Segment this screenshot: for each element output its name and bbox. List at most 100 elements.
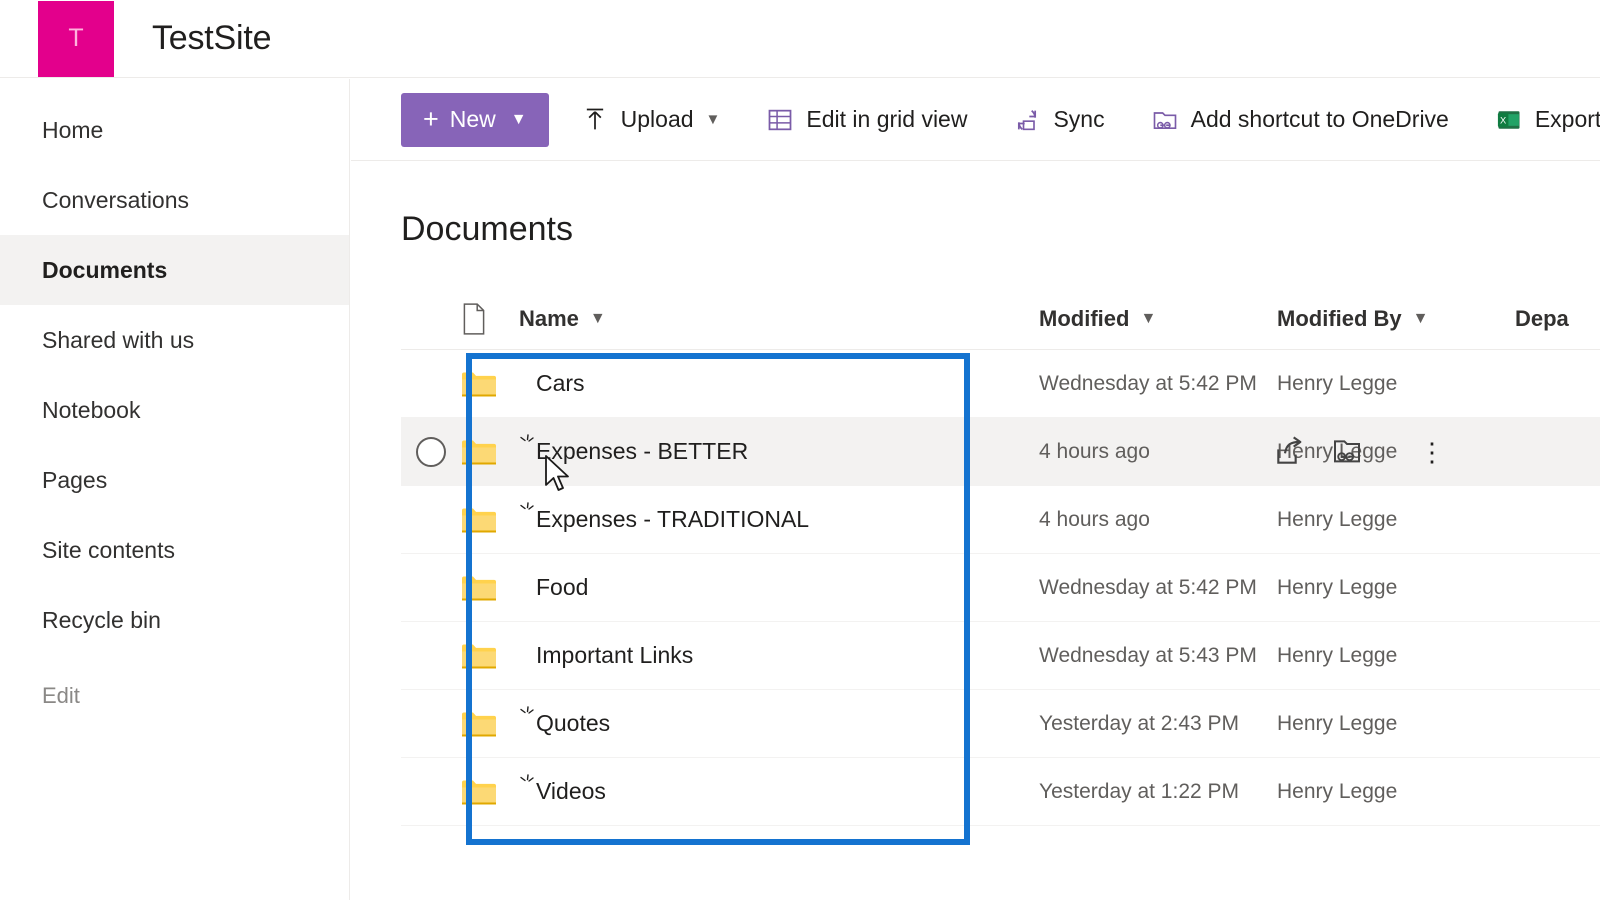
row-name-label[interactable]: Food <box>536 574 588 601</box>
row-file-icon-cell <box>461 709 519 739</box>
row-modified-by-label: Henry Legge <box>1277 575 1398 599</box>
sidebar-item-label: Recycle bin <box>42 606 161 633</box>
row-modified-cell: Yesterday at 2:43 PM <box>1039 712 1277 736</box>
add-shortcut-icon <box>1153 111 1176 129</box>
column-header-department[interactable]: Depa <box>1515 306 1600 332</box>
grid-icon <box>769 109 792 130</box>
column-header-name[interactable]: Name ▼ <box>519 306 1039 332</box>
row-file-icon-cell <box>461 505 519 535</box>
plus-icon: + <box>423 104 439 134</box>
edit-in-grid-view-label: Edit in grid view <box>806 106 968 132</box>
table-row[interactable]: Quotes Yesterday at 2:43 PM Henry Legge <box>401 690 1600 758</box>
row-modified-by-cell: Henry Legge <box>1277 644 1515 668</box>
row-modified-label: Yesterday at 1:22 PM <box>1039 779 1240 803</box>
column-header-modified-by[interactable]: Modified By ▼ <box>1277 306 1515 332</box>
sidebar-item-home[interactable]: Home <box>0 95 349 165</box>
chevron-down-icon: ▼ <box>589 309 606 327</box>
folder-icon <box>462 576 496 600</box>
row-file-icon-cell <box>461 777 519 807</box>
left-navigation: Home Conversations Documents Shared with… <box>0 79 350 900</box>
new-item-sparkle-icon <box>520 774 534 782</box>
excel-icon: X <box>1497 110 1520 129</box>
chevron-down-icon: ▼ <box>510 110 527 128</box>
row-name-cell[interactable]: Videos <box>519 774 1039 805</box>
add-shortcut-label: Add shortcut to OneDrive <box>1190 106 1449 132</box>
row-name-label[interactable]: Expenses - TRADITIONAL <box>536 506 809 533</box>
row-name-cell[interactable]: Expenses - TRADITIONAL <box>519 502 1039 533</box>
sidebar-item-label: Site contents <box>42 536 175 563</box>
row-name-label[interactable]: Cars <box>536 370 585 397</box>
row-modified-cell: 4 hours ago <box>1039 508 1277 532</box>
row-name-cell[interactable]: Cars <box>519 370 1039 397</box>
folder-icon <box>462 440 496 464</box>
sidebar-item-pages[interactable]: Pages <box>0 445 349 515</box>
site-title[interactable]: TestSite <box>152 19 272 58</box>
chevron-down-icon: ▼ <box>1140 309 1157 327</box>
table-row[interactable]: Important Links Wednesday at 5:43 PM Henry… <box>401 622 1600 690</box>
folder-icon <box>462 372 496 396</box>
row-name-cell[interactable]: Important Links <box>519 642 1039 669</box>
row-name-label[interactable]: Videos <box>536 778 606 805</box>
row-modified-label: Wednesday at 5:42 PM <box>1039 575 1257 599</box>
row-name-cell[interactable]: Expenses - BETTER <box>519 434 1039 465</box>
more-options-icon[interactable]: ⋮ <box>1419 439 1445 465</box>
main-content: Documents Name ▼ Modified ▼ Modified By … <box>351 162 1600 900</box>
copy-link-icon <box>1334 440 1360 463</box>
sync-button[interactable]: Sync <box>999 93 1118 147</box>
sidebar-item-site-contents[interactable]: Site contents <box>0 515 349 585</box>
file-type-column-header[interactable] <box>461 302 519 335</box>
new-item-sparkle-icon <box>520 434 534 442</box>
table-body: Cars Wednesday at 5:42 PM Henry Legge Expen… <box>401 350 1600 826</box>
site-logo[interactable]: T <box>38 0 114 77</box>
sidebar-item-label: Conversations <box>42 186 190 213</box>
table-row[interactable]: Cars Wednesday at 5:42 PM Henry Legge <box>401 350 1600 418</box>
sidebar-edit-link[interactable]: Edit <box>0 661 349 731</box>
new-item-sparkle-icon <box>520 706 534 714</box>
sidebar-item-conversations[interactable]: Conversations <box>0 165 349 235</box>
row-name-cell[interactable]: Food <box>519 574 1039 601</box>
site-header: T TestSite <box>0 0 1600 78</box>
folder-icon <box>462 780 496 804</box>
sidebar-item-label: Home <box>42 116 104 143</box>
new-button[interactable]: + New ▼ <box>401 92 549 147</box>
table-row[interactable]: Food Wednesday at 5:42 PM Henry Legge <box>401 554 1600 622</box>
sidebar-item-label: Documents <box>42 256 168 283</box>
upload-button[interactable]: Upload ▼ <box>567 93 735 147</box>
upload-icon <box>586 108 603 129</box>
row-modified-label: Yesterday at 2:43 PM <box>1039 711 1240 735</box>
add-shortcut-to-onedrive-button[interactable]: Add shortcut to OneDrive <box>1137 93 1463 147</box>
table-row[interactable]: Videos Yesterday at 1:22 PM Henry Legge <box>401 758 1600 826</box>
row-select-cell[interactable] <box>401 436 461 467</box>
edit-in-grid-view-button[interactable]: Edit in grid view <box>752 93 981 147</box>
sidebar-item-notebook[interactable]: Notebook <box>0 375 349 445</box>
folder-icon <box>462 644 496 668</box>
row-modified-by-label: Henry Legge <box>1277 507 1398 531</box>
sidebar-item-shared-with-us[interactable]: Shared with us <box>0 305 349 375</box>
chevron-down-icon: ▼ <box>1412 309 1429 327</box>
row-modified-by-label: Henry Legge <box>1277 711 1398 735</box>
table-row[interactable]: Expenses - BETTER 4 hours ago Henry Legge ⋮ <box>401 418 1600 486</box>
table-row[interactable]: Expenses - TRADITIONAL 4 hours ago Henry L… <box>401 486 1600 554</box>
row-modified-cell: Wednesday at 5:42 PM <box>1039 372 1277 396</box>
row-modified-by-cell: Henry Legge <box>1277 508 1515 532</box>
row-modified-by-cell: Henry Legge <box>1277 780 1515 804</box>
row-file-icon-cell <box>461 369 519 399</box>
row-modified-by-label: Henry Legge <box>1277 371 1398 395</box>
folder-icon <box>462 712 496 736</box>
new-item-sparkle-icon <box>520 502 534 510</box>
column-header-name-label: Name <box>519 305 579 331</box>
sidebar-item-documents[interactable]: Documents <box>0 235 349 305</box>
row-name-label[interactable]: Quotes <box>536 710 610 737</box>
sidebar-item-recycle-bin[interactable]: Recycle bin <box>0 585 349 655</box>
row-modified-by-cell: Henry Legge <box>1277 372 1515 396</box>
folder-icon <box>462 508 496 532</box>
row-modified-by-cell: Henry Legge <box>1277 576 1515 600</box>
row-name-label[interactable]: Important Links <box>536 642 693 669</box>
row-checkbox[interactable] <box>416 436 446 467</box>
row-modified-label: Wednesday at 5:43 PM <box>1039 643 1257 667</box>
column-header-modified[interactable]: Modified ▼ <box>1039 306 1277 332</box>
export-to-excel-button[interactable]: X Export to Exc <box>1481 93 1600 147</box>
sync-icon <box>1018 109 1037 130</box>
row-name-cell[interactable]: Quotes <box>519 706 1039 737</box>
